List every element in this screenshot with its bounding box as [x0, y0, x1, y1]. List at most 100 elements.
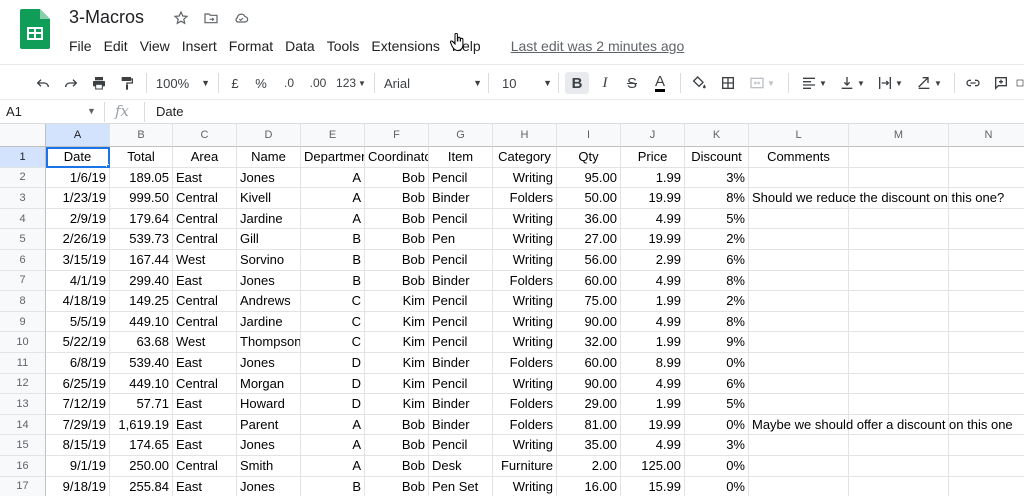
cell-g12[interactable]: Pencil — [429, 373, 493, 395]
cell-f11[interactable]: Kim — [365, 352, 429, 374]
cell-c14[interactable]: East — [173, 414, 237, 436]
column-header-a[interactable]: A — [46, 124, 110, 147]
cell-n7[interactable] — [949, 271, 1024, 292]
cell-b4[interactable]: 179.64 — [110, 208, 173, 230]
cell-b12[interactable]: 449.10 — [110, 373, 173, 395]
cell-d17[interactable]: Jones — [237, 476, 301, 496]
currency-format-button[interactable]: £ — [226, 72, 244, 94]
cell-n11[interactable] — [949, 353, 1024, 374]
cell-d11[interactable]: Jones — [237, 352, 301, 374]
cell-b15[interactable]: 174.65 — [110, 435, 173, 456]
cell-l12[interactable] — [749, 373, 849, 395]
borders-icon[interactable] — [717, 72, 739, 94]
cell-k7[interactable]: 8% — [685, 270, 749, 292]
star-icon[interactable] — [172, 9, 190, 27]
cell-k10[interactable]: 9% — [685, 332, 749, 353]
cell-l3[interactable]: Should we reduce the discount on this on… — [749, 188, 1004, 209]
cell-h8[interactable]: Writing — [493, 291, 557, 312]
cell-h9[interactable]: Writing — [493, 311, 557, 333]
cell-d1[interactable]: Name — [237, 147, 301, 168]
cell-a10[interactable]: 5/22/19 — [46, 332, 110, 353]
cell-a3[interactable]: 1/23/19 — [46, 188, 110, 209]
cell-a6[interactable]: 3/15/19 — [46, 249, 110, 271]
cell-i3[interactable]: 50.00 — [557, 188, 621, 209]
cell-f10[interactable]: Kim — [365, 332, 429, 353]
row-header-11[interactable]: 11 — [0, 352, 46, 374]
menu-edit[interactable]: Edit — [98, 37, 134, 55]
cell-n16[interactable] — [949, 456, 1024, 477]
row-header-16[interactable]: 16 — [0, 455, 46, 477]
cell-f3[interactable]: Bob — [365, 188, 429, 209]
cell-a11[interactable]: 6/8/19 — [46, 352, 110, 374]
move-to-folder-icon[interactable] — [202, 9, 220, 27]
cell-j7[interactable]: 4.99 — [621, 270, 685, 292]
cell-j17[interactable]: 15.99 — [621, 476, 685, 496]
cell-a8[interactable]: 4/18/19 — [46, 291, 110, 312]
cell-h4[interactable]: Writing — [493, 208, 557, 230]
cell-h17[interactable]: Writing — [493, 476, 557, 496]
cell-h11[interactable]: Folders — [493, 352, 557, 374]
cell-i17[interactable]: 16.00 — [557, 476, 621, 496]
cell-b7[interactable]: 299.40 — [110, 270, 173, 292]
cell-c11[interactable]: East — [173, 352, 237, 374]
cell-l2[interactable] — [749, 167, 849, 189]
menu-tools[interactable]: Tools — [321, 37, 366, 55]
italic-button[interactable]: I — [594, 72, 616, 94]
cell-a1[interactable]: Date — [46, 147, 110, 168]
cell-i13[interactable]: 29.00 — [557, 394, 621, 415]
cell-m9[interactable] — [849, 311, 949, 333]
cell-h10[interactable]: Writing — [493, 332, 557, 353]
cell-f2[interactable]: Bob — [365, 167, 429, 189]
fill-handle[interactable] — [106, 163, 109, 167]
cell-f8[interactable]: Kim — [365, 291, 429, 312]
cell-d8[interactable]: Andrews — [237, 291, 301, 312]
row-header-6[interactable]: 6 — [0, 249, 46, 271]
menu-insert[interactable]: Insert — [176, 37, 223, 55]
cell-f1[interactable]: Coordinator — [365, 147, 429, 168]
cell-a16[interactable]: 9/1/19 — [46, 455, 110, 477]
cell-e4[interactable]: A — [301, 208, 365, 230]
cell-e15[interactable]: A — [301, 435, 365, 456]
cell-b13[interactable]: 57.71 — [110, 394, 173, 415]
cell-h12[interactable]: Writing — [493, 373, 557, 395]
column-header-l[interactable]: L — [749, 124, 849, 147]
cell-n1[interactable] — [949, 147, 1024, 168]
cell-h7[interactable]: Folders — [493, 270, 557, 292]
cell-i10[interactable]: 32.00 — [557, 332, 621, 353]
cell-j15[interactable]: 4.99 — [621, 435, 685, 456]
cell-a9[interactable]: 5/5/19 — [46, 311, 110, 333]
text-rotation-icon[interactable]: ▼ — [912, 72, 946, 94]
row-header-10[interactable]: 10 — [0, 332, 46, 353]
cell-n4[interactable] — [949, 209, 1024, 230]
undo-icon[interactable] — [32, 72, 54, 94]
cell-d10[interactable]: Thompson — [237, 332, 301, 353]
column-header-b[interactable]: B — [110, 124, 173, 147]
cell-c15[interactable]: East — [173, 435, 237, 456]
cell-g7[interactable]: Binder — [429, 270, 493, 292]
cell-g14[interactable]: Binder — [429, 414, 493, 436]
text-wrapping-icon[interactable]: ▼ — [874, 72, 906, 94]
row-header-17[interactable]: 17 — [0, 476, 46, 496]
row-header-14[interactable]: 14 — [0, 414, 46, 436]
decrease-decimal-button[interactable]: .0 — [278, 72, 300, 94]
cell-j13[interactable]: 1.99 — [621, 394, 685, 415]
cell-g9[interactable]: Pencil — [429, 311, 493, 333]
cell-l16[interactable] — [749, 455, 849, 477]
cell-n13[interactable] — [949, 394, 1024, 415]
cell-g2[interactable]: Pencil — [429, 167, 493, 189]
cell-i6[interactable]: 56.00 — [557, 249, 621, 271]
cell-m15[interactable] — [849, 435, 949, 456]
cell-f4[interactable]: Bob — [365, 208, 429, 230]
cell-j16[interactable]: 125.00 — [621, 455, 685, 477]
menu-file[interactable]: File — [69, 37, 98, 55]
row-header-4[interactable]: 4 — [0, 208, 46, 230]
cell-k2[interactable]: 3% — [685, 167, 749, 189]
cell-c10[interactable]: West — [173, 332, 237, 353]
redo-icon[interactable] — [60, 72, 82, 94]
cell-b17[interactable]: 255.84 — [110, 476, 173, 496]
cell-m2[interactable] — [849, 167, 949, 189]
cell-k12[interactable]: 6% — [685, 373, 749, 395]
cell-c16[interactable]: Central — [173, 455, 237, 477]
cell-e6[interactable]: B — [301, 249, 365, 271]
cell-b8[interactable]: 149.25 — [110, 291, 173, 312]
